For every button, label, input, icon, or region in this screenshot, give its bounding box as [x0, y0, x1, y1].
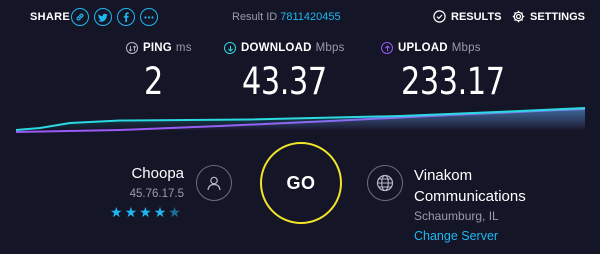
- more-icon[interactable]: [140, 8, 158, 26]
- star-icon: ★: [168, 204, 181, 220]
- go-label: GO: [286, 172, 316, 193]
- upload-value: 233.17: [401, 60, 505, 103]
- ping-header: PING ms: [126, 42, 192, 54]
- download-unit: Mbps: [315, 42, 345, 54]
- ping-icon: [126, 42, 138, 54]
- settings-label: SETTINGS: [530, 10, 586, 23]
- upload-metric: UPLOAD Mbps 233.17: [381, 42, 505, 103]
- ping-unit: ms: [175, 42, 192, 54]
- download-icon: [224, 42, 236, 54]
- ping-metric: PING ms 2: [126, 42, 192, 103]
- upload-label: UPLOAD: [398, 42, 448, 54]
- user-icon: [196, 165, 232, 201]
- host-rating: ★ ★ ★ ★ ★: [110, 204, 183, 221]
- globe-icon: [367, 165, 403, 201]
- settings-button[interactable]: SETTINGS: [512, 10, 585, 23]
- star-icon: ★: [139, 204, 152, 220]
- upload-header: UPLOAD Mbps: [381, 42, 481, 54]
- results-label: RESULTS: [451, 10, 502, 23]
- host-ip: 45.76.17.5: [129, 188, 184, 200]
- result-id-label: Result ID: [232, 11, 278, 23]
- host-name: Choopa: [131, 165, 184, 182]
- server-name-line1: Vinakom: [414, 167, 473, 184]
- download-value: 43.37: [242, 60, 327, 103]
- star-icon: ★: [124, 204, 138, 220]
- ping-value: 2: [144, 60, 163, 103]
- gear-icon: [512, 10, 525, 23]
- upload-unit: Mbps: [451, 42, 481, 54]
- ping-label: PING: [143, 42, 172, 54]
- result-id-value[interactable]: 7811420455: [280, 11, 340, 23]
- server-location: Schaumburg, IL: [414, 209, 499, 223]
- server-name-line2: Communications: [414, 188, 526, 205]
- result-id: Result ID 7811420455: [232, 11, 341, 23]
- facebook-icon[interactable]: [117, 8, 135, 26]
- link-icon[interactable]: [71, 8, 89, 26]
- upload-icon: [381, 42, 393, 54]
- check-circle-icon: [433, 10, 446, 23]
- speed-graph: [15, 107, 586, 133]
- star-icon: ★: [110, 204, 123, 220]
- change-server-link[interactable]: Change Server: [414, 229, 498, 243]
- go-button[interactable]: GO: [260, 142, 342, 224]
- download-metric: DOWNLOAD Mbps 43.37: [224, 42, 345, 103]
- star-icon: ★: [153, 204, 167, 220]
- top-bar: SHARE Result ID 7811420455 RESULTS SETTIN…: [0, 0, 600, 34]
- download-label: DOWNLOAD: [241, 42, 312, 54]
- share-label: SHARE: [30, 11, 71, 23]
- server-name: Vinakom Communications: [414, 165, 526, 207]
- download-header: DOWNLOAD Mbps: [224, 42, 345, 54]
- twitter-icon[interactable]: [94, 8, 112, 26]
- results-button[interactable]: RESULTS: [433, 10, 502, 23]
